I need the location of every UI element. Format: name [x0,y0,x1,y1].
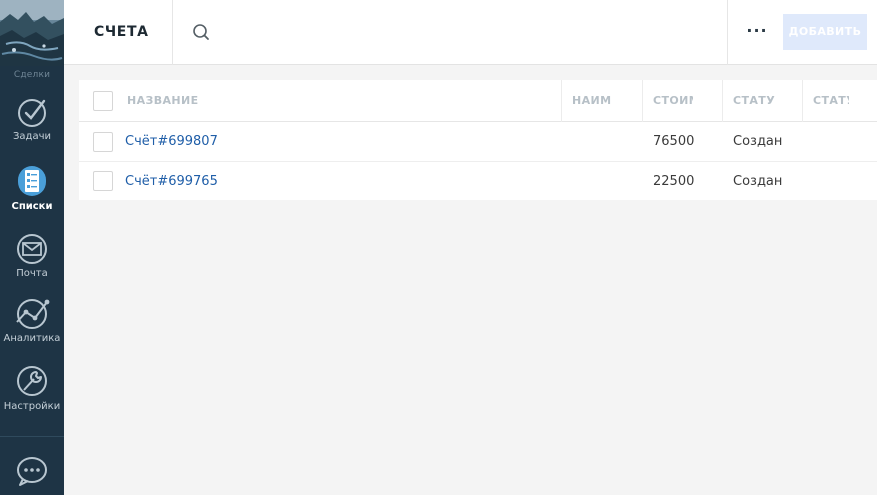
sidebar-item-label: Аналитика [3,333,61,344]
cost-cell: 22500 [653,173,695,189]
wrench-icon [17,366,47,396]
status-2-cell [813,162,873,200]
row-checkbox[interactable] [93,132,113,152]
mail-icon [17,234,47,264]
status-2-cell [813,122,873,161]
column-header-name[interactable]: НАЗВАНИЕ [127,80,557,121]
header-divider [172,0,173,65]
sidebar-item-label: Настройки [3,401,61,412]
app-root: Сделки Задачи Списки Почта Аналитика Нас… [0,0,877,495]
search-input[interactable] [219,16,709,48]
header-divider [727,0,728,65]
sidebar-item-tasks[interactable]: Задачи [0,96,64,142]
row-checkbox[interactable] [93,171,113,191]
table-header-row: НАЗВАНИЕ НАИМ СТОИМ СТАТУ СТАТУ [79,80,877,122]
page-title: СЧЕТА [94,24,149,40]
sidebar: Сделки Задачи Списки Почта Аналитика Нас… [0,0,64,495]
column-header-cost[interactable]: СТОИМ [653,80,693,121]
list-icon [18,166,46,196]
sidebar-item-label: Списки [11,201,53,212]
sidebar-divider [0,436,64,437]
search-button[interactable] [191,22,213,44]
top-header: СЧЕТА ··· ДОБАВИТЬ [64,0,877,65]
account-logo[interactable] [0,0,64,66]
sidebar-item-settings[interactable]: Настройки [0,364,64,412]
column-header-naim[interactable]: НАИМ [572,80,640,121]
chat-button[interactable] [15,455,49,491]
invoices-table: НАЗВАНИЕ НАИМ СТОИМ СТАТУ СТАТУ Счёт#699… [79,80,877,200]
table-row[interactable]: Счёт#699807 76500 Создан [79,122,877,162]
checkmark-circle-icon [18,99,46,127]
invoice-link[interactable]: Счёт#699807 [125,122,545,161]
logo-caption: Сделки [13,70,51,80]
logo-image [0,0,64,66]
more-options-button[interactable]: ··· [746,22,768,44]
column-header-status-2[interactable]: СТАТУ [813,80,849,121]
column-resizer[interactable] [561,80,562,122]
column-resizer[interactable] [802,80,803,122]
sidebar-item-label: Почта [16,268,48,279]
status-cell: Создан [733,134,783,149]
status-cell: Создан [733,173,783,189]
sidebar-item-analytics[interactable]: Аналитика [0,298,64,344]
chat-bubble-icon [17,457,47,486]
table-row[interactable]: Счёт#699765 22500 Создан [79,162,877,200]
column-resizer[interactable] [642,80,643,122]
column-resizer[interactable] [722,80,723,122]
cost-cell: 76500 [653,134,695,149]
naim-cell [572,162,640,200]
sidebar-item-lists[interactable]: Списки [0,164,64,212]
naim-cell [572,122,640,161]
select-all-checkbox[interactable] [93,91,113,111]
column-header-status[interactable]: СТАТУ [733,80,801,121]
invoice-link[interactable]: Счёт#699765 [125,162,545,200]
sidebar-item-label: Задачи [13,131,51,142]
add-button[interactable]: ДОБАВИТЬ [783,14,867,50]
search-icon [193,24,209,40]
analytics-icon [16,299,50,329]
sidebar-item-mail[interactable]: Почта [0,233,64,279]
